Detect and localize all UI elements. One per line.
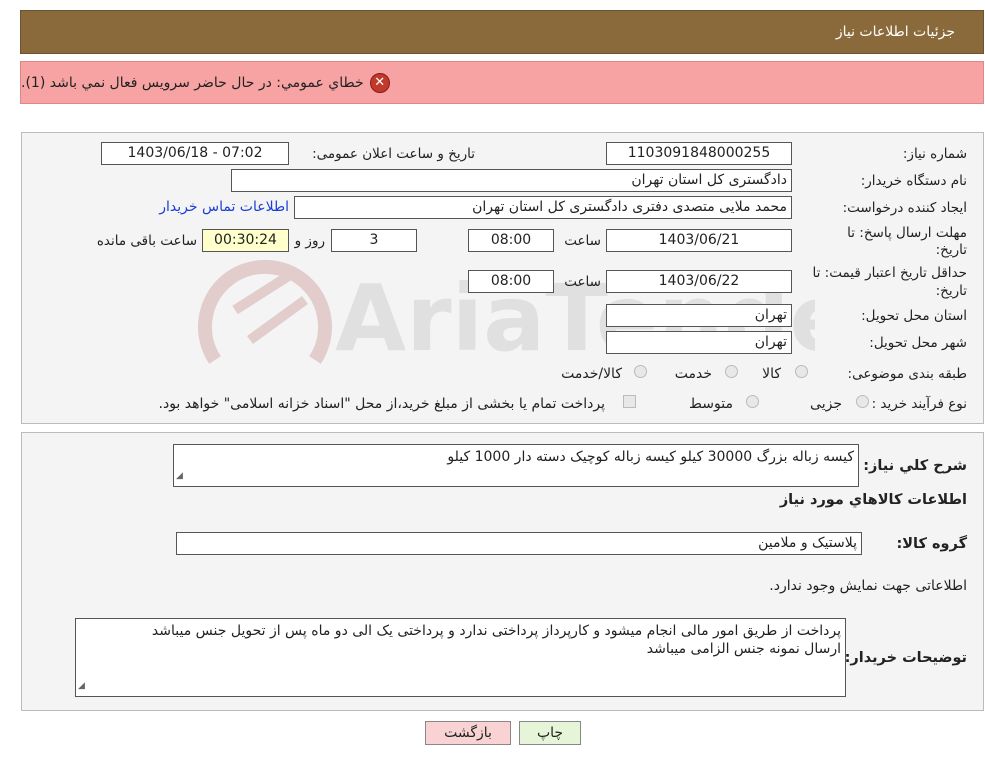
deadline-time-field: 08:00 xyxy=(468,229,554,252)
buyer-field: دادگستری کل استان تهران xyxy=(231,169,792,192)
process-radio-minor[interactable] xyxy=(856,395,869,408)
validity-date-field: 1403/06/22 xyxy=(606,270,792,293)
treasury-checkbox[interactable] xyxy=(623,395,636,408)
group-label: گروه کالا: xyxy=(896,536,967,552)
no-info-text: اطلاعاتی جهت نمایش وجود ندارد. xyxy=(769,578,967,594)
remaining-time-field: 00:30:24 xyxy=(202,229,289,252)
back-button[interactable]: بازگشت xyxy=(425,721,511,745)
process-option-minor: جزیی xyxy=(810,396,842,412)
buyer-contact-link[interactable]: اطلاعات تماس خریدار xyxy=(159,199,289,215)
process-label: نوع فرآیند خرید : xyxy=(871,396,967,412)
creator-label: ایجاد کننده درخواست: xyxy=(842,200,967,216)
category-option-goods: کالا xyxy=(762,366,781,382)
announce-label: تاریخ و ساعت اعلان عمومی: xyxy=(312,146,475,162)
validity-time-field: 08:00 xyxy=(468,270,554,293)
print-button[interactable]: چاپ xyxy=(519,721,581,745)
error-x-icon: ✕ xyxy=(369,72,390,93)
process-radio-medium[interactable] xyxy=(746,395,759,408)
deadline-label-1: مهلت ارسال پاسخ: تا xyxy=(847,225,967,241)
buyer-notes-label: توضیحات خریدار: xyxy=(844,650,967,666)
deadline-date-field: 1403/06/21 xyxy=(606,229,792,252)
announce-field: 1403/06/18 - 07:02 xyxy=(101,142,289,165)
summary-text: کیسه زباله بزرگ 30000 کیلو کیسه زباله کو… xyxy=(447,449,854,465)
category-radio-goods[interactable] xyxy=(795,365,808,378)
resize-grip-icon[interactable]: ◢ xyxy=(176,467,183,485)
page-title: جزئیات اطلاعات نیاز xyxy=(835,24,955,40)
error-message: خطاي عمومي: در حال حاضر سرويس فعال نمي ب… xyxy=(21,74,364,91)
city-field: تهران xyxy=(606,331,792,354)
buyer-notes-line1: پرداخت از طریق امور مالی انجام میشود و ک… xyxy=(151,623,841,639)
category-label: طبقه بندی موضوعی: xyxy=(847,366,967,382)
remaining-label: ساعت باقی مانده xyxy=(96,233,197,249)
creator-field: محمد ملایی متصدی دفتری دادگستری کل استان… xyxy=(294,196,792,219)
need-number-label: شماره نیاز: xyxy=(902,146,967,162)
deadline-time-label: ساعت xyxy=(564,233,601,249)
payment-note: پرداخت تمام یا بخشی از مبلغ خرید،از محل … xyxy=(158,396,605,412)
goods-heading: اطلاعات کالاهاي مورد نياز xyxy=(779,492,967,508)
need-number-field: 1103091848000255 xyxy=(606,142,792,165)
summary-textarea[interactable]: کیسه زباله بزرگ 30000 کیلو کیسه زباله کو… xyxy=(173,444,859,487)
province-label: استان محل تحویل: xyxy=(861,308,967,324)
validity-label-2: تاریخ: xyxy=(935,283,967,299)
summary-label: شرح کلي نياز: xyxy=(863,458,967,474)
buyer-notes-textarea[interactable]: پرداخت از طریق امور مالی انجام میشود و ک… xyxy=(75,618,846,697)
province-field: تهران xyxy=(606,304,792,327)
validity-label-1: حداقل تاریخ اعتبار قیمت: تا xyxy=(812,265,967,281)
days-field: 3 xyxy=(331,229,417,252)
category-radio-goods-service[interactable] xyxy=(634,365,647,378)
buyer-label: نام دستگاه خریدار: xyxy=(860,173,967,189)
group-field: پلاستیک و ملامین xyxy=(176,532,862,555)
page-header: جزئیات اطلاعات نیاز xyxy=(20,10,984,54)
city-label: شهر محل تحویل: xyxy=(869,335,967,351)
process-option-medium: متوسط xyxy=(689,396,733,412)
error-banner: ✕ خطاي عمومي: در حال حاضر سرويس فعال نمي… xyxy=(20,61,984,104)
deadline-label-2: تاریخ: xyxy=(935,242,967,258)
resize-grip-icon[interactable]: ◢ xyxy=(78,677,85,695)
days-label: روز و xyxy=(294,233,325,249)
validity-time-label: ساعت xyxy=(564,274,601,290)
buyer-notes-line2: ارسال نمونه جنس الزامی میباشد xyxy=(646,641,841,657)
category-option-service: خدمت xyxy=(674,366,712,382)
category-option-goods-service: کالا/خدمت xyxy=(561,366,622,382)
category-radio-service[interactable] xyxy=(725,365,738,378)
